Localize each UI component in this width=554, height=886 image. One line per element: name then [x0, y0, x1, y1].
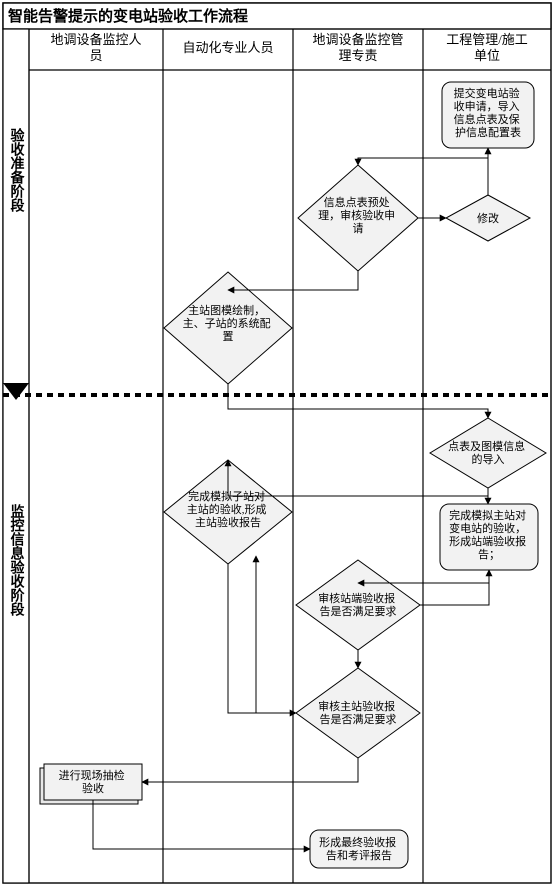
node-onsite-inspection: 进行现场抽检 验收: [40, 764, 142, 804]
svg-text:提交变电站验 收申请，导入 信息点表: 提交变电站验 收申请，导入 信息点表及保 护信息配置表: [454, 86, 523, 139]
svg-text:监控信息验收阶段: 监控信息验收阶段: [9, 503, 25, 617]
svg-text:审核主站验收报 告是否满足要求: 审核主站验收报 告是否满足要求: [318, 699, 398, 726]
svg-text:形成最终验收报 告和考评报告: 形成最终验收报 告和考评报告: [319, 835, 399, 862]
node-submit-application: 提交变电站验 收申请，导入 信息点表及保 护信息配置表: [442, 82, 534, 148]
svg-text:修改: 修改: [477, 211, 499, 225]
diagram-title: 智能告警提示的变电站验收工作流程: [8, 7, 248, 25]
svg-text:审核站端验收报 告是否满足要求: 审核站端验收报 告是否满足要求: [318, 591, 398, 618]
node-final-report: 形成最终验收报 告和考评报告: [310, 830, 408, 868]
svg-text:自动化专业人员: 自动化专业人员: [182, 40, 273, 55]
swimlane-flowchart: 智能告警提示的变电站验收工作流程 地调设备监控人员 自动化专业人员 地调设备监控…: [0, 0, 554, 886]
svg-text:验收准备阶段: 验收准备阶段: [9, 127, 26, 213]
node-simulate-main-station: 完成模拟主站对 变电站的验收， 形成站端验收报 告；: [440, 504, 538, 570]
